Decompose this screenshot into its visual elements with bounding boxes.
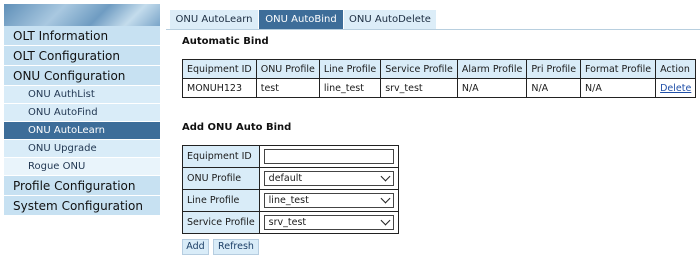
form-row: Line Profile line_test (182, 189, 399, 212)
sidebar-item-onu-autolearn[interactable]: ONU AutoLearn (4, 122, 160, 140)
chevron-down-icon (380, 171, 391, 182)
column-header: Service Profile (380, 59, 458, 79)
table-cell: Delete (655, 78, 697, 98)
sidebar-item-onu-authlist[interactable]: ONU AuthList (4, 86, 160, 104)
column-header: Pri Profile (526, 59, 582, 79)
sidebar-item-onu-upgrade[interactable]: ONU Upgrade (4, 140, 160, 158)
sidebar-item-profile-configuration[interactable]: Profile Configuration (4, 176, 160, 196)
table-cell: srv_test (380, 78, 458, 98)
line-profile-label: Line Profile (182, 189, 260, 212)
onu-profile-value: default (268, 173, 303, 184)
column-header: Action (655, 59, 697, 79)
onu-profile-label: ONU Profile (182, 167, 260, 190)
sidebar-item-system-configuration[interactable]: System Configuration (4, 196, 160, 216)
service-profile-value: srv_test (268, 217, 307, 228)
table-cell: line_test (318, 78, 382, 98)
service-profile-label: Service Profile (182, 211, 260, 234)
table-row: MONUH123 test line_test srv_test N/A N/A… (182, 78, 697, 98)
tab-bar: ONU AutoLearn ONU AutoBind ONU AutoDelet… (166, 10, 700, 30)
column-header: ONU Profile (255, 59, 320, 79)
column-header: Alarm Profile (456, 59, 528, 79)
table-cell: test (255, 78, 320, 98)
table-cell: N/A (456, 78, 528, 98)
sidebar: OLT Information OLT Configuration ONU Co… (4, 4, 160, 261)
service-profile-select[interactable]: srv_test (263, 215, 394, 230)
onu-profile-select[interactable]: default (263, 171, 394, 186)
sidebar-item-olt-information[interactable]: OLT Information (4, 26, 160, 46)
line-profile-select[interactable]: line_test (263, 193, 394, 208)
refresh-button[interactable]: Refresh (213, 239, 259, 255)
equipment-id-label: Equipment ID (182, 145, 260, 168)
table-cell: N/A (526, 78, 582, 98)
add-button[interactable]: Add (182, 239, 209, 255)
sidebar-item-rogue-onu[interactable]: Rogue ONU (4, 158, 160, 176)
column-header: Format Profile (580, 59, 657, 79)
logo-banner (4, 4, 160, 26)
add-onu-auto-bind-form: Equipment ID ONU Profile default Line Pr… (182, 145, 399, 234)
table-cell: MONUH123 (182, 78, 257, 98)
table-cell: N/A (580, 78, 657, 98)
table-header-row: Equipment ID ONU Profile Line Profile Se… (182, 59, 697, 79)
chevron-down-icon (380, 193, 391, 204)
column-header: Line Profile (318, 59, 382, 79)
sidebar-item-onu-autofind[interactable]: ONU AutoFind (4, 104, 160, 122)
delete-link[interactable]: Delete (660, 83, 691, 94)
form-row: Service Profile srv_test (182, 211, 399, 234)
tab-onu-autolearn[interactable]: ONU AutoLearn (170, 10, 258, 29)
chevron-down-icon (380, 215, 391, 226)
automatic-bind-title: Automatic Bind (182, 36, 269, 47)
form-row: ONU Profile default (182, 167, 399, 190)
line-profile-value: line_test (268, 195, 309, 206)
tab-onu-autobind[interactable]: ONU AutoBind (259, 10, 343, 29)
automatic-bind-table: Equipment ID ONU Profile Line Profile Se… (182, 59, 697, 98)
form-row: Equipment ID (182, 145, 399, 168)
column-header: Equipment ID (182, 59, 257, 79)
sidebar-item-onu-configuration[interactable]: ONU Configuration (4, 66, 160, 86)
equipment-id-input[interactable] (263, 149, 394, 164)
tab-onu-autodelete[interactable]: ONU AutoDelete (344, 10, 436, 29)
sidebar-item-olt-configuration[interactable]: OLT Configuration (4, 46, 160, 66)
add-onu-auto-bind-title: Add ONU Auto Bind (182, 122, 292, 133)
